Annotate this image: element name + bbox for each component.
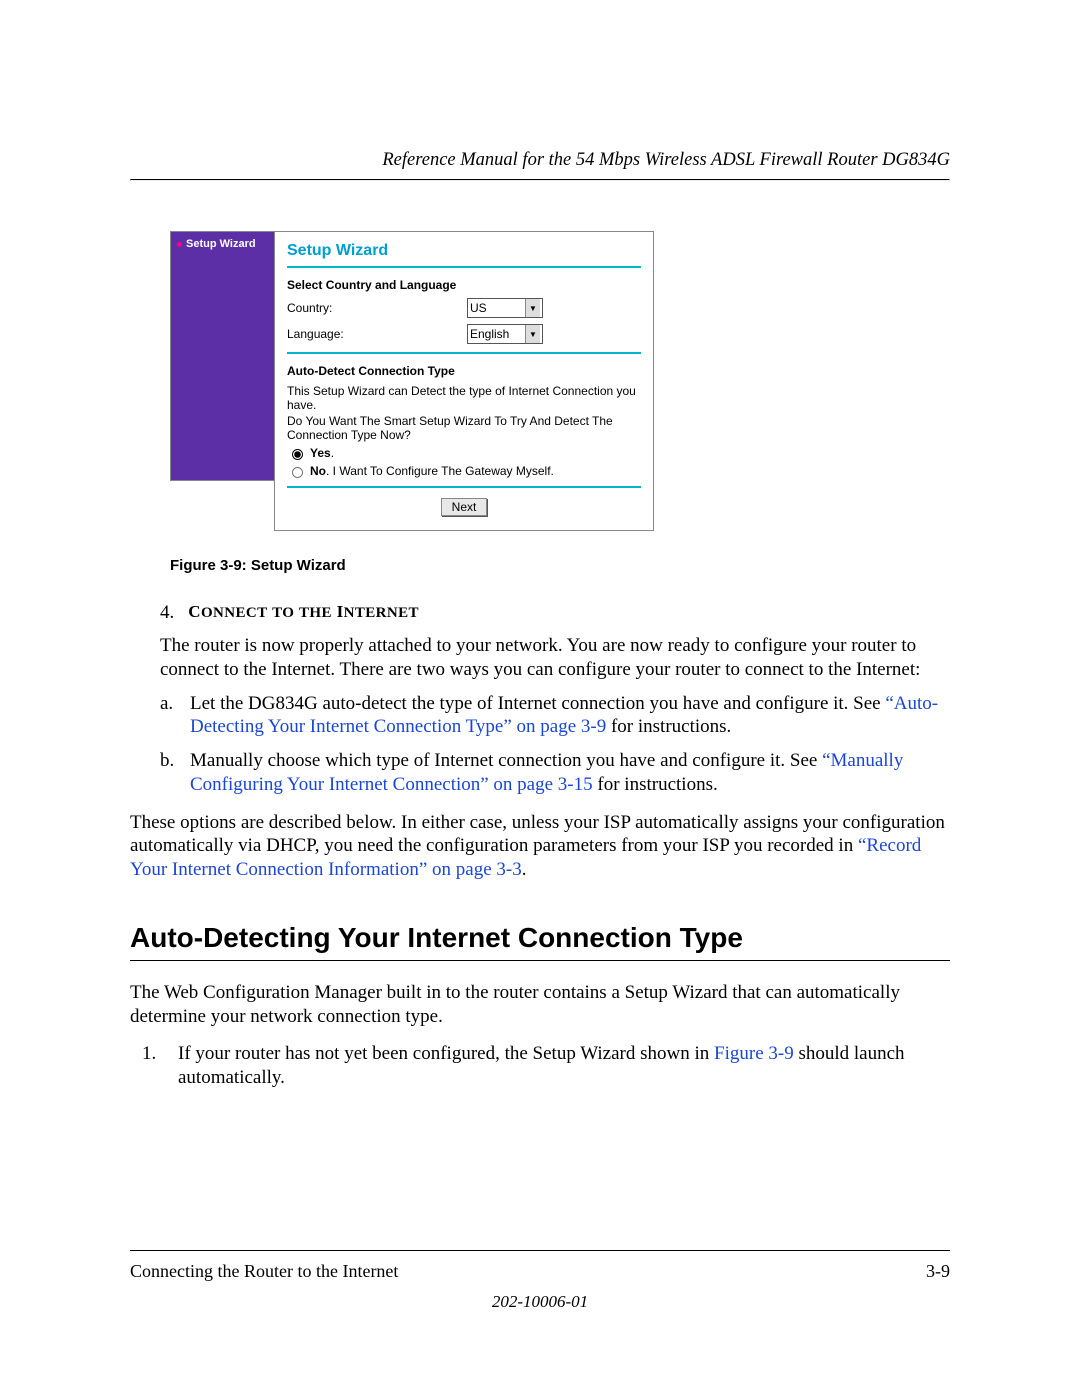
radio-yes-bold: Yes (310, 446, 331, 460)
step-4-paragraph: The router is now properly attached to y… (160, 634, 950, 682)
section-intro-paragraph: The Web Configuration Manager built in t… (130, 981, 950, 1029)
footer-doc-number: 202-10006-01 (130, 1292, 950, 1312)
page-header: Reference Manual for the 54 Mbps Wireles… (130, 150, 950, 181)
panel-title: Setup Wizard (287, 242, 641, 260)
country-select[interactable]: US ▼ (467, 298, 543, 318)
wizard-sidebar: Setup Wizard (170, 231, 275, 481)
language-select[interactable]: English ▼ (467, 324, 543, 344)
section-heading-auto-detecting: Auto-Detecting Your Internet Connection … (130, 922, 950, 954)
header-rule (130, 179, 950, 181)
language-label: Language: (287, 327, 467, 341)
radio-yes-input[interactable] (292, 449, 303, 460)
step-head-text: CONNECT TO THE INTERNET (188, 602, 419, 621)
next-button[interactable]: Next (441, 498, 488, 516)
list-number: 1. (142, 1042, 162, 1090)
footer-page-number: 3-9 (926, 1261, 950, 1282)
list-text-1: If your router has not yet been configur… (178, 1042, 950, 1090)
step-number: 4. (160, 602, 174, 624)
step-4-heading: 4. CONNECT TO THE INTERNET (160, 602, 950, 624)
radio-no[interactable]: No. I Want To Configure The Gateway Myse… (287, 464, 641, 478)
sub-letter-b: b. (160, 749, 174, 797)
country-label: Country: (287, 301, 467, 315)
radio-yes-tail: . (331, 446, 334, 460)
divider (287, 486, 641, 488)
wizard-panel: Setup Wizard Select Country and Language… (274, 231, 654, 531)
autodetect-desc-1: This Setup Wizard can Detect the type of… (287, 384, 641, 412)
footer-chapter: Connecting the Router to the Internet (130, 1261, 398, 1282)
page: Reference Manual for the 54 Mbps Wireles… (0, 0, 1080, 1397)
chevron-down-icon: ▼ (525, 325, 540, 343)
radio-no-input[interactable] (292, 467, 303, 478)
divider (287, 352, 641, 354)
sidebar-item-setup-wizard[interactable]: Setup Wizard (177, 238, 268, 250)
section-rule (130, 960, 950, 961)
options-paragraph: These options are described below. In ei… (130, 811, 950, 882)
sub-item-a: a. Let the DG834G auto-detect the type o… (160, 692, 950, 740)
radio-no-tail: . I Want To Configure The Gateway Myself… (326, 464, 554, 478)
sub-item-b: b. Manually choose which type of Interne… (160, 749, 950, 797)
bullet-icon (177, 242, 182, 247)
country-value: US (470, 301, 487, 315)
language-value: English (470, 327, 509, 341)
footer-rule (130, 1250, 950, 1251)
divider (287, 266, 641, 268)
link-figure-3-9[interactable]: Figure 3-9 (714, 1043, 794, 1064)
list-item-1: 1. If your router has not yet been confi… (142, 1042, 950, 1090)
section-country-language-label: Select Country and Language (287, 278, 641, 292)
row-language: Language: English ▼ (287, 324, 641, 344)
radio-no-bold: No (310, 464, 326, 478)
page-footer: Connecting the Router to the Internet 3-… (130, 1250, 950, 1312)
sub-letter-a: a. (160, 692, 174, 740)
figure-caption: Figure 3-9: Setup Wizard (170, 557, 950, 574)
header-title: Reference Manual for the 54 Mbps Wireles… (130, 150, 950, 171)
section-autodetect-label: Auto-Detect Connection Type (287, 364, 641, 378)
sidebar-item-label: Setup Wizard (186, 238, 256, 250)
chevron-down-icon: ▼ (525, 299, 540, 317)
sub-text-a: Let the DG834G auto-detect the type of I… (190, 692, 950, 740)
figure-3-9: Setup Wizard Setup Wizard Select Country… (170, 231, 950, 574)
radio-yes[interactable]: Yes. (287, 446, 641, 460)
step-4-sublist: a. Let the DG834G auto-detect the type o… (160, 692, 950, 797)
numbered-list: 1. If your router has not yet been confi… (130, 1042, 950, 1090)
autodetect-desc-2: Do You Want The Smart Setup Wizard To Tr… (287, 414, 641, 442)
sub-text-b: Manually choose which type of Internet c… (190, 749, 950, 797)
row-country: Country: US ▼ (287, 298, 641, 318)
